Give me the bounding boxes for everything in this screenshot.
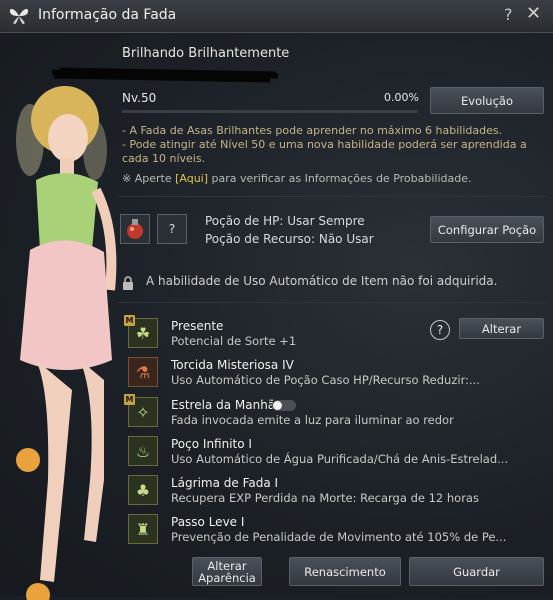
fairy-name: Brilhando Brilhantemente — [122, 46, 290, 61]
skill-name: Torcida Misteriosa IV — [171, 358, 294, 372]
skill-description: Potencial de Sorte +1 — [171, 334, 297, 348]
skill-glyph-icon: ♜ — [135, 519, 151, 539]
save-button[interactable]: Guardar — [409, 557, 544, 586]
skill-glyph-icon: ⚗ — [135, 362, 151, 382]
evolve-button[interactable]: Evolução — [430, 87, 544, 114]
probability-link[interactable]: [Aqui] — [175, 172, 208, 185]
skill-description: Prevenção de Penalidade de Movimento até… — [171, 530, 507, 544]
change-appearance-line2: Aparência — [198, 570, 256, 585]
rebirth-button[interactable]: Renascimento — [289, 557, 401, 586]
window-title: Informação da Fada — [38, 7, 177, 23]
fairy-portrait — [16, 86, 117, 600]
exp-percent: 0.00% — [384, 91, 419, 104]
probability-prefix: ※ Aperte — [122, 172, 176, 185]
divider — [118, 302, 548, 303]
lock-icon — [123, 276, 133, 290]
probability-suffix: para verificar as Informações de Probabi… — [208, 172, 472, 185]
skill-help-icon[interactable]: ? — [430, 320, 450, 340]
skill-description: Uso Automático de Água Purificada/Chá de… — [171, 452, 509, 466]
skill-icon[interactable]: ♨ — [128, 436, 158, 466]
exp-bar — [122, 110, 418, 113]
auto-use-status: A habilidade de Uso Automático de Item n… — [146, 274, 498, 288]
skill-icon[interactable]: ♣ — [128, 475, 158, 505]
skill-icon[interactable]: ⚗ — [128, 357, 158, 387]
fairy-level: Nv.50 — [122, 91, 157, 105]
configure-potion-button[interactable]: Configurar Poção — [430, 216, 544, 243]
skill-name: Lágrima de Fada I — [171, 476, 279, 490]
close-icon[interactable]: ✕ — [526, 3, 541, 24]
skill-name: Estrela da Manhã — [171, 398, 276, 412]
skill-description: Fada invocada emite a luz para iluminar … — [171, 413, 454, 427]
hp-potion-slot[interactable] — [120, 214, 150, 244]
skill-glyph-icon: ♨ — [135, 441, 151, 461]
info-line-2b: cada 10 níveis. — [122, 152, 206, 165]
skill-glyph-icon: ♣ — [135, 480, 151, 500]
probability-note: ※ Aperte [Aqui] para verificar as Inform… — [122, 172, 472, 185]
mastery-badge: M — [124, 315, 135, 326]
skill-description: Uso Automático de Poção Caso HP/Recurso … — [171, 373, 480, 387]
hp-potion-setting: Poção de HP: Usar Sempre — [205, 214, 365, 228]
skill-name: Presente — [171, 319, 224, 333]
skill-description: Recupera EXP Perdida na Morte: Recarga d… — [171, 491, 479, 505]
resource-potion-setting: Poção de Recurso: Não Usar — [205, 232, 374, 246]
help-icon[interactable]: ? — [504, 5, 513, 24]
info-line-2a: - Pode atingir até Nível 50 e uma nova h… — [122, 138, 527, 151]
skill-glyph-icon: ✧ — [136, 402, 150, 422]
title-bar: Informação da Fada ? ✕ — [0, 0, 553, 33]
change-skill-button[interactable]: Alterar — [459, 318, 544, 339]
butterfly-icon — [9, 8, 29, 25]
skill-glyph-icon: ☘ — [135, 323, 151, 343]
toggle-knob — [273, 401, 282, 410]
change-appearance-line1: Alterar — [207, 558, 247, 573]
divider — [118, 196, 548, 197]
mastery-badge: M — [124, 394, 135, 405]
skill-name: Poço Infinito I — [171, 437, 252, 451]
redaction-scribble — [51, 67, 279, 83]
morning-star-toggle[interactable] — [272, 400, 296, 411]
change-appearance-button[interactable]: Alterar Aparência — [192, 557, 262, 586]
skill-icon[interactable]: ♜ — [128, 514, 158, 544]
info-line-1: - A Fada de Asas Brilhantes pode aprende… — [122, 124, 503, 137]
potion-icon — [127, 219, 143, 239]
resource-potion-slot[interactable]: ? — [157, 214, 187, 244]
skill-name: Passo Leve I — [171, 515, 245, 529]
